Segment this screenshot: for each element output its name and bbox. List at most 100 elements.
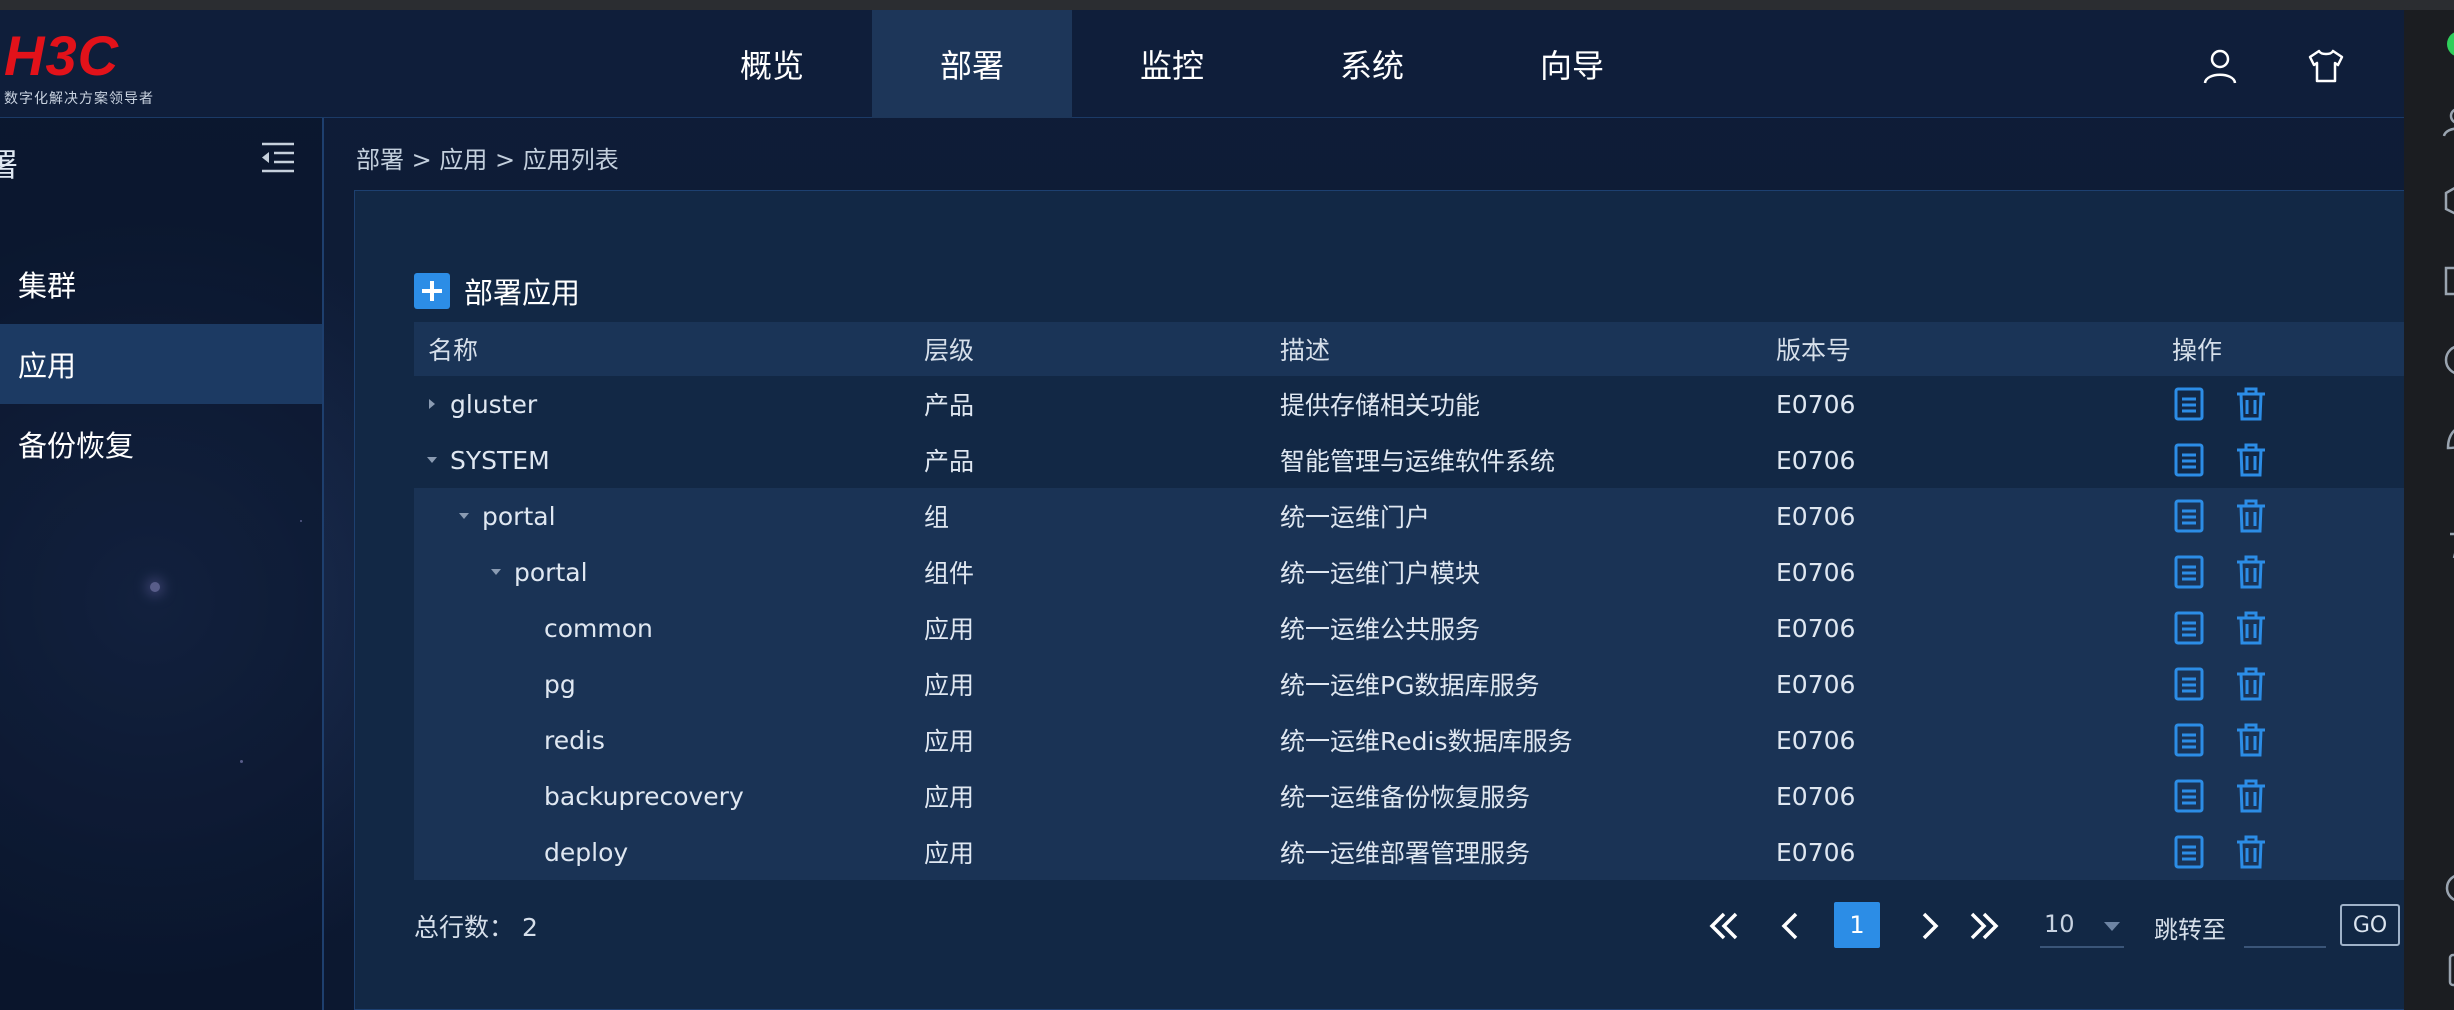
- table-row[interactable]: gluster 产品 提供存储相关功能 E0706: [414, 376, 2404, 432]
- delete-icon[interactable]: [2234, 386, 2268, 422]
- row-level: 应用: [924, 671, 975, 700]
- table-row[interactable]: pg 应用 统一运维PG数据库服务 E0706: [414, 656, 2404, 712]
- pin-icon[interactable]: [2440, 524, 2454, 564]
- row-actions: [2172, 600, 2296, 656]
- delete-icon[interactable]: [2234, 498, 2268, 534]
- row-actions: [2172, 712, 2296, 768]
- sidebar-title: 署: [0, 140, 18, 186]
- row-version: E0706: [1776, 389, 1856, 419]
- page-number-current[interactable]: 1: [1834, 902, 1880, 948]
- sidebar-item-backup-restore[interactable]: 备份恢复: [0, 404, 322, 484]
- delete-icon[interactable]: [2234, 778, 2268, 814]
- leaf-icon[interactable]: [2440, 416, 2454, 456]
- sidebar-item-application[interactable]: 应用: [0, 324, 322, 404]
- table-row[interactable]: backuprecovery 应用 统一运维备份恢复服务 E0706: [414, 768, 2404, 824]
- go-button[interactable]: GO: [2340, 904, 2400, 946]
- detail-icon[interactable]: [2172, 554, 2206, 590]
- col-header-version: 版本号: [1776, 336, 1852, 365]
- caret-right-icon[interactable]: [424, 396, 440, 412]
- detail-icon[interactable]: [2172, 442, 2206, 478]
- breadcrumb: 部署 > 应用 > 应用列表: [356, 146, 619, 174]
- h3c-logo[interactable]: H3C 数字化解决方案领导者: [4, 28, 154, 108]
- sidebar-item-cluster[interactable]: 集群: [0, 244, 322, 324]
- main-nav: 概览 部署 监控 系统 向导: [672, 10, 1672, 118]
- col-header-name: 名称: [428, 336, 479, 365]
- nav-item-overview[interactable]: 概览: [672, 10, 872, 118]
- row-actions: [2172, 544, 2296, 600]
- row-version: E0706: [1776, 613, 1856, 643]
- nav-item-monitor[interactable]: 监控: [1072, 10, 1272, 118]
- nav-item-guide[interactable]: 向导: [1472, 10, 1672, 118]
- table-row[interactable]: SYSTEM 产品 智能管理与运维软件系统 E0706: [414, 432, 2404, 488]
- row-desc: 统一运维部署管理服务: [1280, 839, 1531, 868]
- delete-icon[interactable]: [2234, 722, 2268, 758]
- delete-icon[interactable]: [2234, 554, 2268, 590]
- row-name: redis: [544, 725, 605, 755]
- detail-icon[interactable]: [2172, 498, 2206, 534]
- row-desc: 统一运维门户: [1280, 503, 1431, 532]
- globe-icon[interactable]: [2440, 340, 2454, 380]
- row-name: gluster: [450, 389, 538, 419]
- caret-down-icon[interactable]: [424, 452, 440, 468]
- total-rows: 总行数： 2: [414, 913, 538, 942]
- delete-icon[interactable]: [2234, 834, 2268, 870]
- row-version: E0706: [1776, 781, 1856, 811]
- row-desc: 统一运维PG数据库服务: [1280, 671, 1540, 700]
- detail-icon[interactable]: [2172, 722, 2206, 758]
- row-desc: 智能管理与运维软件系统: [1280, 447, 1556, 476]
- prev-page-icon[interactable]: [1772, 906, 1808, 946]
- tshirt-skin-icon[interactable]: [2306, 46, 2346, 86]
- row-version: E0706: [1776, 501, 1856, 531]
- table-row[interactable]: deploy 应用 统一运维部署管理服务 E0706: [414, 824, 2404, 880]
- caret-down-icon[interactable]: [488, 564, 504, 580]
- folder-icon[interactable]: [2440, 260, 2454, 300]
- name-cell: gluster: [424, 376, 537, 432]
- row-name: pg: [544, 669, 576, 699]
- row-level: 组: [924, 503, 950, 532]
- nav-item-deploy[interactable]: 部署: [872, 10, 1072, 118]
- detail-icon[interactable]: [2172, 610, 2206, 646]
- row-name: backuprecovery: [544, 781, 744, 811]
- delete-icon[interactable]: [2234, 442, 2268, 478]
- contact-icon[interactable]: [2440, 102, 2454, 142]
- detail-icon[interactable]: [2172, 834, 2206, 870]
- row-name: SYSTEM: [450, 445, 550, 475]
- delete-icon[interactable]: [2234, 610, 2268, 646]
- table-row[interactable]: portal 组件 统一运维门户模块 E0706: [414, 544, 2404, 600]
- user-icon[interactable]: [2200, 46, 2240, 86]
- delete-icon[interactable]: [2234, 666, 2268, 702]
- nav-item-system[interactable]: 系统: [1272, 10, 1472, 118]
- row-desc: 统一运维公共服务: [1280, 615, 1481, 644]
- row-version: E0706: [1776, 837, 1856, 867]
- menu-collapse-icon[interactable]: [258, 138, 298, 178]
- phone-icon[interactable]: [2440, 950, 2454, 990]
- cube-icon[interactable]: [2440, 180, 2454, 220]
- row-desc: 统一运维Redis数据库服务: [1280, 727, 1573, 756]
- table-row[interactable]: common 应用 统一运维公共服务 E0706: [414, 600, 2404, 656]
- table-row[interactable]: redis 应用 统一运维Redis数据库服务 E0706: [414, 712, 2404, 768]
- detail-icon[interactable]: [2172, 778, 2206, 814]
- next-page-icon[interactable]: [1912, 906, 1948, 946]
- row-actions: [2172, 376, 2296, 432]
- last-page-icon[interactable]: [1966, 906, 2002, 946]
- col-header-level: 层级: [924, 336, 975, 365]
- first-page-icon[interactable]: [1706, 906, 1742, 946]
- page-size-select[interactable]: 10: [2040, 902, 2124, 948]
- detail-icon[interactable]: [2172, 666, 2206, 702]
- row-actions: [2172, 824, 2296, 880]
- top-header: H3C 数字化解决方案领导者 概览 部署 监控 系统 向导: [0, 10, 2404, 118]
- deploy-app-button[interactable]: 部署应用: [414, 270, 580, 312]
- row-level: 应用: [924, 839, 975, 868]
- row-level: 产品: [924, 391, 975, 420]
- row-level: 产品: [924, 447, 975, 476]
- chat-icon[interactable]: [2440, 24, 2454, 64]
- jump-page-input[interactable]: [2244, 902, 2326, 948]
- history-icon[interactable]: [2440, 868, 2454, 908]
- table-row[interactable]: portal 组 统一运维门户 E0706: [414, 488, 2404, 544]
- row-version: E0706: [1776, 725, 1856, 755]
- row-actions: [2172, 656, 2296, 712]
- caret-down-icon[interactable]: [456, 508, 472, 524]
- row-name: deploy: [544, 837, 629, 867]
- logo-tagline: 数字化解决方案领导者: [4, 91, 154, 107]
- detail-icon[interactable]: [2172, 386, 2206, 422]
